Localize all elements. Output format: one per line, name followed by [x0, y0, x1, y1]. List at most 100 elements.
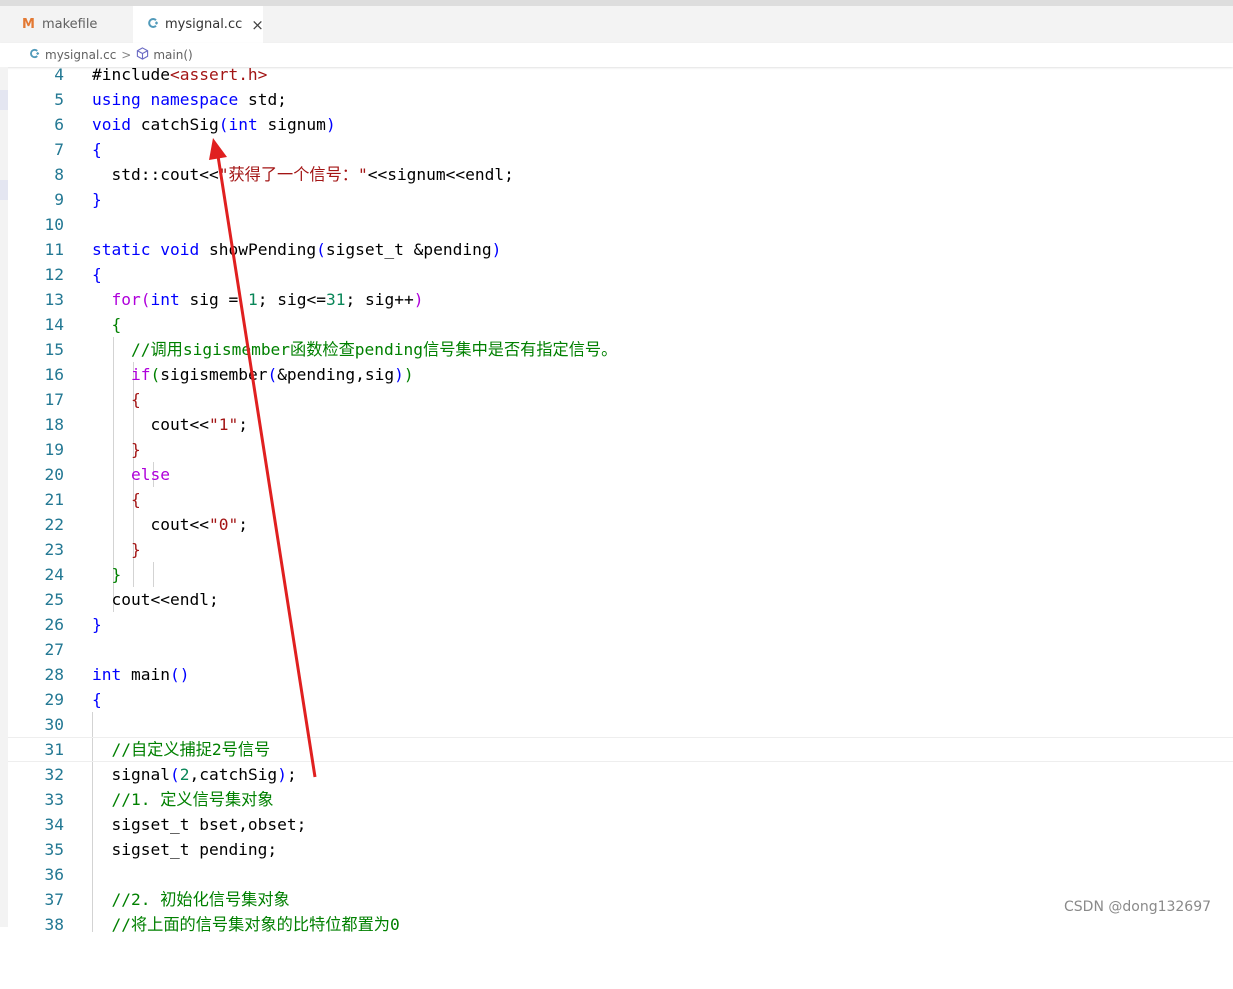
line-text: using namespace std; [92, 90, 287, 109]
code-line[interactable]: 23 } [8, 537, 1233, 562]
code-line[interactable]: 13 for(int sig = 1; sig<=31; sig++) [8, 287, 1233, 312]
line-text: if(sigismember(&pending,sig)) [130, 365, 414, 384]
line-text: cout<<endl; [92, 590, 219, 609]
code-line[interactable]: 19 } [8, 437, 1233, 462]
code-line[interactable]: 36 [8, 862, 1233, 887]
code-line[interactable]: 8 std::cout<<"获得了一个信号："<<signum<<endl; [8, 162, 1233, 187]
code-line[interactable]: 33 //1. 定义信号集对象 [8, 787, 1233, 812]
code-line[interactable]: 26} [8, 612, 1233, 637]
line-number: 22 [44, 515, 65, 534]
line-number: 24 [44, 565, 65, 584]
line-number: 5 [54, 90, 64, 109]
tab-makefile[interactable]: M makefile [8, 6, 132, 43]
code-line[interactable]: 29 { [8, 687, 1233, 712]
line-number: 38 [44, 915, 65, 934]
line-text: //将上面的信号集对象的比特位都置为0 [111, 915, 400, 934]
edge-marker [0, 90, 8, 110]
line-text: } [92, 615, 102, 634]
line-text: #include<assert.h> [92, 65, 268, 84]
line-number: 7 [54, 140, 64, 159]
line-number: 9 [54, 190, 64, 209]
code-line[interactable]: 37 //2. 初始化信号集对象 [8, 887, 1233, 912]
line-number: 12 [44, 265, 65, 284]
line-number: 35 [44, 840, 65, 859]
code-line[interactable]: 11 static void showPending(sigset_t &pend… [8, 237, 1233, 262]
code-line[interactable]: 4 #include<assert.h> [8, 62, 1233, 87]
line-text: //2. 初始化信号集对象 [111, 890, 290, 909]
code-line[interactable]: 18 cout<<"1"; [8, 412, 1233, 437]
line-number: 21 [44, 490, 65, 509]
line-number: 37 [44, 890, 65, 909]
code-line[interactable]: 24 } [8, 562, 1233, 587]
code-line[interactable]: 35 sigset_t pending; [8, 837, 1233, 862]
line-text: { [92, 140, 102, 159]
line-number: 31 [44, 740, 65, 759]
line-text: } [130, 440, 141, 459]
code-line[interactable]: 6 void catchSig(int signum) [8, 112, 1233, 137]
line-text: { [130, 390, 141, 409]
line-number: 17 [44, 390, 65, 409]
tab-label: mysignal.cc [165, 17, 243, 32]
line-number: 8 [54, 165, 64, 184]
code-line[interactable]: 28 int main() [8, 662, 1233, 687]
code-line[interactable]: 38 //将上面的信号集对象的比特位都置为0 [8, 912, 1233, 937]
line-text: static void showPending(sigset_t &pendin… [92, 240, 502, 259]
edge-marker [0, 180, 8, 200]
code-line[interactable]: 20 else [8, 462, 1233, 487]
code-line[interactable]: 16 if(sigismember(&pending,sig)) [8, 362, 1233, 387]
cube-icon [136, 47, 149, 63]
line-text: } [92, 190, 102, 209]
line-text: } [111, 565, 122, 584]
code-line[interactable]: 30 [8, 712, 1233, 737]
line-text: sigset_t bset,obset; [92, 815, 307, 834]
code-line[interactable]: 17 { [8, 387, 1233, 412]
breadcrumb-file[interactable]: mysignal.cc [45, 48, 116, 62]
code-line[interactable]: 31 //自定义捕捉2号信号 [8, 737, 1233, 762]
line-text: sigset_t pending; [92, 840, 278, 859]
code-line[interactable]: 12 { [8, 262, 1233, 287]
line-number: 26 [44, 615, 65, 634]
line-number: 13 [44, 290, 65, 309]
chevron-right-icon: > [121, 48, 132, 62]
line-text: { [111, 315, 122, 334]
line-number: 34 [44, 815, 65, 834]
line-number: 29 [44, 690, 65, 709]
line-number: 19 [44, 440, 65, 459]
line-text: } [130, 540, 141, 559]
line-text: //调用sigismember函数检查pending信号集中是否有指定信号。 [130, 340, 618, 359]
breadcrumb-symbol[interactable]: main() [153, 48, 192, 62]
line-text: signal(2,catchSig); [92, 765, 297, 784]
line-text: //自定义捕捉2号信号 [111, 740, 271, 759]
editor-tab-bar: M makefile mysignal.cc × [0, 6, 1233, 43]
code-line[interactable]: 21 { [8, 487, 1233, 512]
line-number: 11 [44, 240, 65, 259]
line-number: 25 [44, 590, 65, 609]
code-line[interactable]: 7{ [8, 137, 1233, 162]
line-text: for(int sig = 1; sig<=31; sig++) [111, 290, 424, 309]
code-line[interactable]: 14 { [8, 312, 1233, 337]
line-text: //1. 定义信号集对象 [111, 790, 274, 809]
line-text: void catchSig(int signum) [92, 115, 336, 134]
code-line[interactable]: 10 [8, 212, 1233, 237]
line-text: { [92, 690, 102, 709]
line-number: 36 [44, 865, 65, 884]
code-line[interactable]: 15 //调用sigismember函数检查pending信号集中是否有指定信号… [8, 337, 1233, 362]
code-editor[interactable]: 4 #include<assert.h> 5 using namespace std;… [8, 62, 1233, 937]
code-line[interactable]: 5 using namespace std; [8, 87, 1233, 112]
line-number: 32 [44, 765, 65, 784]
code-line[interactable]: 25 cout<<endl; [8, 587, 1233, 612]
line-number: 15 [44, 340, 65, 359]
line-number: 14 [44, 315, 65, 334]
tab-mysignal-cc[interactable]: mysignal.cc × [133, 6, 264, 43]
code-line[interactable]: 32 signal(2,catchSig); [8, 762, 1233, 787]
line-text: cout<<"0"; [92, 515, 248, 534]
code-line[interactable]: 9} [8, 187, 1233, 212]
code-line[interactable]: 34 sigset_t bset,obset; [8, 812, 1233, 837]
watermark: CSDN @dong132697 [1064, 899, 1212, 915]
code-line[interactable]: 27 [8, 637, 1233, 662]
close-icon[interactable]: × [251, 16, 264, 34]
code-line[interactable]: 22 cout<<"0"; [8, 512, 1233, 537]
activity-edge [0, 67, 8, 927]
line-number: 23 [44, 540, 65, 559]
line-text: { [130, 490, 141, 509]
